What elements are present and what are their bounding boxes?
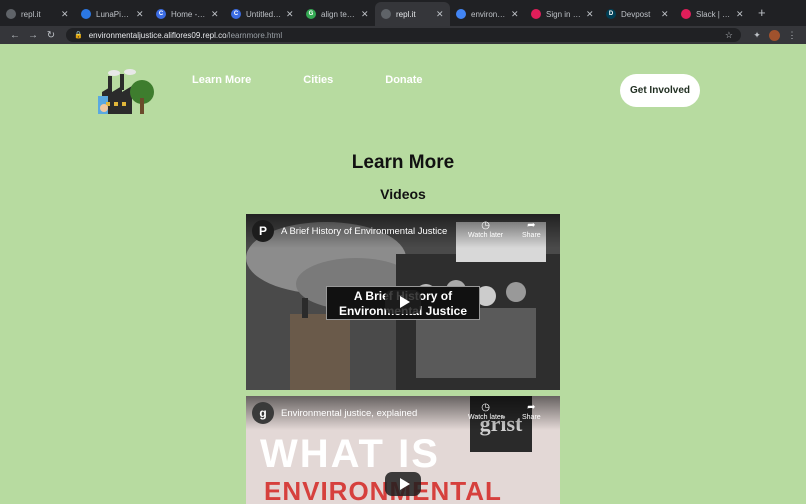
play-button-2[interactable]	[385, 472, 421, 496]
clock-icon: ◷	[481, 402, 490, 413]
lunapic-icon	[81, 9, 91, 19]
close-icon[interactable]: ✕	[361, 9, 369, 20]
tab-title: align text lef	[321, 9, 357, 19]
tab-title: Devpost	[621, 9, 651, 19]
get-involved-button[interactable]: Get Involved	[620, 74, 700, 107]
lock-icon: 🔒	[74, 32, 83, 39]
tab-title: environmen	[471, 9, 507, 19]
nav-donate[interactable]: Donate	[385, 74, 422, 86]
replit-icon	[381, 9, 391, 19]
nav-cities[interactable]: Cities	[303, 74, 333, 86]
video-title-2[interactable]: Environmental justice, explained	[281, 408, 417, 419]
slack-icon	[681, 9, 691, 19]
browser-tab[interactable]: D Devpost ✕	[600, 2, 675, 26]
video-header-1: P A Brief History of Environmental Justi…	[246, 214, 560, 248]
video-embed-1[interactable]: P A Brief History of Environmental Justi…	[246, 214, 560, 390]
video-title-1[interactable]: A Brief History of Environmental Justice	[281, 226, 447, 237]
docs-icon	[456, 9, 466, 19]
play-icon	[399, 296, 410, 308]
canva-icon: C	[231, 9, 241, 19]
browser-tab[interactable]: Galign text lef ✕	[300, 2, 375, 26]
share-icon: ➦	[527, 220, 536, 231]
tab-title: Slack | ! Kim	[696, 9, 732, 19]
profile-avatar[interactable]	[769, 29, 780, 41]
channel-avatar[interactable]: P	[252, 220, 274, 242]
tab-title: Sign in | Sla	[546, 9, 582, 19]
browser-tab[interactable]: Slack | ! Kim ✕	[675, 2, 750, 26]
page-title: Learn More	[351, 152, 455, 173]
extensions-icon[interactable]: ✦	[749, 30, 765, 41]
close-icon[interactable]: ✕	[61, 9, 69, 20]
share-button-1[interactable]: ➦ Share	[522, 220, 541, 239]
thumbnail-text-2: ENVIRONMENTAL	[264, 476, 502, 504]
tab-title: LunaPic | Fr	[96, 9, 132, 19]
address-bar[interactable]: 🔒 environmentaljustice.aliflores09.repl.…	[66, 28, 741, 42]
watch-later-button-2[interactable]: ◷ Watch later	[468, 402, 503, 421]
browser-tab[interactable]: LunaPic | Fr ✕	[75, 2, 150, 26]
new-tab-icon[interactable]: +	[750, 2, 774, 26]
play-icon	[399, 478, 410, 490]
channel-avatar[interactable]: g	[252, 402, 274, 424]
close-icon[interactable]: ✕	[661, 9, 669, 20]
close-icon[interactable]: ✕	[286, 9, 294, 20]
url-host: environmentaljustice.aliflores09.repl.co	[88, 30, 227, 40]
menu-icon[interactable]: ⋮	[784, 30, 800, 41]
play-button-1[interactable]	[385, 290, 421, 314]
forward-icon[interactable]: →	[24, 30, 42, 41]
clock-icon: ◷	[481, 220, 490, 231]
main-nav: Learn More Cities Donate	[192, 74, 475, 86]
browser-toolbar: ← → ↻ 🔒 environmentaljustice.aliflores09…	[0, 26, 806, 44]
browser-tab-strip: repl.it ✕ LunaPic | Fr ✕ C Home - Can ✕ C Untitl…	[0, 0, 806, 26]
thumbnail-text-1: WHAT IS	[260, 432, 440, 476]
reload-icon[interactable]: ↻	[42, 30, 60, 41]
close-icon[interactable]: ✕	[511, 9, 519, 20]
close-icon[interactable]: ✕	[211, 9, 219, 20]
replit-icon	[6, 9, 16, 19]
bookmark-star-icon[interactable]: ☆	[725, 30, 733, 41]
watch-later-button-1[interactable]: ◷ Watch later	[468, 220, 503, 239]
close-icon[interactable]: ✕	[736, 9, 744, 20]
tab-title: repl.it	[396, 9, 416, 19]
nav-learn-more[interactable]: Learn More	[192, 74, 251, 86]
tab-title: Home - Can	[171, 9, 207, 19]
devpost-icon: D	[606, 9, 616, 19]
browser-tab[interactable]: C Untitled des ✕	[225, 2, 300, 26]
url-path: /learnmore.html	[226, 30, 283, 40]
video-header-2: g Environmental justice, explained	[246, 396, 560, 430]
section-title: Videos	[380, 186, 426, 202]
close-icon[interactable]: ✕	[586, 9, 594, 20]
browser-tab[interactable]: environmen ✕	[450, 2, 525, 26]
share-icon: ➦	[527, 402, 536, 413]
slack-icon	[531, 9, 541, 19]
share-button-2[interactable]: ➦ Share	[522, 402, 541, 421]
canva-icon: C	[156, 9, 166, 19]
close-icon[interactable]: ✕	[136, 9, 144, 20]
browser-tab[interactable]: Sign in | Sla ✕	[525, 2, 600, 26]
tab-title: Untitled des	[246, 9, 282, 19]
video-embed-2[interactable]: WHAT IS ENVIRONMENTAL grist g Environmen…	[246, 396, 560, 504]
google-icon: G	[306, 9, 316, 19]
web-page: Learn More Cities Donate Get Involved Le…	[0, 44, 806, 504]
tab-title: repl.it	[21, 9, 41, 19]
browser-tab[interactable]: C Home - Can ✕	[150, 2, 225, 26]
browser-tab[interactable]: repl.it ✕	[0, 2, 75, 26]
back-icon[interactable]: ←	[6, 30, 24, 41]
close-icon[interactable]: ✕	[436, 9, 444, 20]
browser-tab[interactable]: repl.it ✕	[375, 2, 450, 26]
site-logo[interactable]	[94, 68, 156, 116]
